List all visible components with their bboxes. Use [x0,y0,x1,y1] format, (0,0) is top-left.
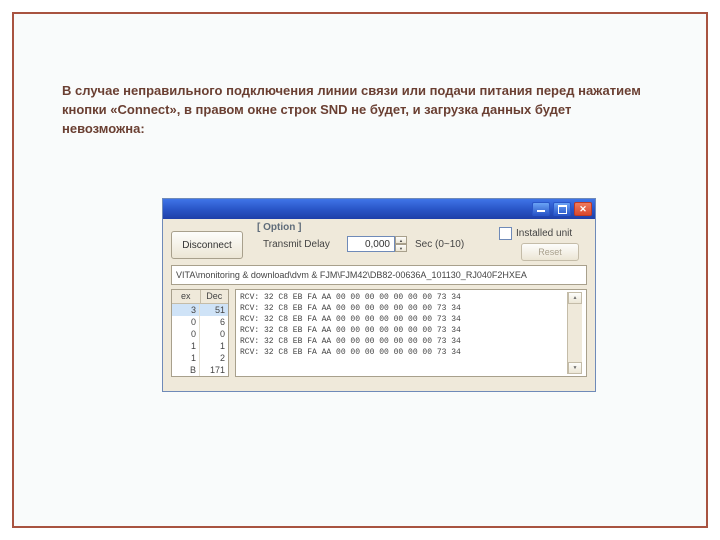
table-header-dec: Dec [201,290,229,303]
spinner-up-button[interactable]: ▲ [395,236,407,244]
transmit-delay-label: Transmit Delay [263,239,330,250]
minimize-button[interactable] [532,202,550,216]
option-legend: [ Option ] [257,222,301,233]
maximize-button[interactable] [553,202,571,216]
table-row[interactable]: 3 51 [172,304,228,316]
chevron-up-icon: ▲ [399,238,403,243]
option-panel: [ Option ] Disconnect Transmit Delay 0,0… [163,219,595,261]
cell: 1 [172,352,200,364]
table-header-ex: ex [172,290,201,303]
scroll-up-button[interactable]: ▲ [568,292,582,304]
rcv-log: RCV: 32 C8 EB FA AA 00 00 00 00 00 00 00… [235,289,587,377]
disconnect-button[interactable]: Disconnect [171,231,243,259]
path-field[interactable]: VITA\monitoring & download\dvm & FJM\FJM… [171,265,587,285]
cell: 6 [200,316,228,328]
chevron-up-icon: ▲ [573,293,576,304]
close-button[interactable]: ✕ [574,202,592,216]
installed-checkbox[interactable] [499,227,512,240]
table-row[interactable]: B 171 [172,364,228,376]
installed-label: Installed unit [516,228,572,239]
cell: B [172,364,200,376]
cell: 0 [172,328,200,340]
scroll-down-button[interactable]: ▼ [568,362,582,374]
scrollbar[interactable]: ▲ ▼ [567,292,582,374]
cell: 1 [172,340,200,352]
log-content: RCV: 32 C8 EB FA AA 00 00 00 00 00 00 00… [240,292,567,374]
spinner-down-button[interactable]: ▼ [395,244,407,252]
cell: 2 [200,352,228,364]
installed-checkbox-row[interactable]: Installed unit [499,227,572,240]
table-row[interactable]: 1 2 [172,352,228,364]
cell: 51 [200,304,228,316]
installed-panel: Installed unit Reset [491,219,595,261]
left-table: ex Dec 3 51 0 6 0 0 [171,289,229,377]
cell: 0 [200,328,228,340]
chevron-down-icon: ▼ [573,363,576,374]
delay-spinner[interactable]: ▲ ▼ [395,236,407,252]
table-row[interactable]: 0 6 [172,316,228,328]
caption-paragraph: В случае неправильного подключения линии… [62,82,646,139]
minimize-icon [537,210,545,212]
cell: 1 [200,340,228,352]
embedded-screenshot: ✕ [ Option ] Disconnect Transmit Delay 0… [162,198,596,392]
sec-label: Sec (0~10) [415,239,464,250]
data-area: ex Dec 3 51 0 6 0 0 [171,289,587,377]
cell: 3 [172,304,200,316]
close-icon: ✕ [579,204,587,215]
table-row[interactable]: 1 1 [172,340,228,352]
titlebar: ✕ [163,199,595,219]
table-header: ex Dec [172,290,228,304]
chevron-down-icon: ▼ [399,246,403,251]
cell: 171 [200,364,228,376]
reset-button[interactable]: Reset [521,243,579,261]
maximize-icon [558,205,567,214]
table-row[interactable]: 0 0 [172,328,228,340]
cell: 0 [172,316,200,328]
transmit-delay-input[interactable]: 0,000 [347,236,395,252]
